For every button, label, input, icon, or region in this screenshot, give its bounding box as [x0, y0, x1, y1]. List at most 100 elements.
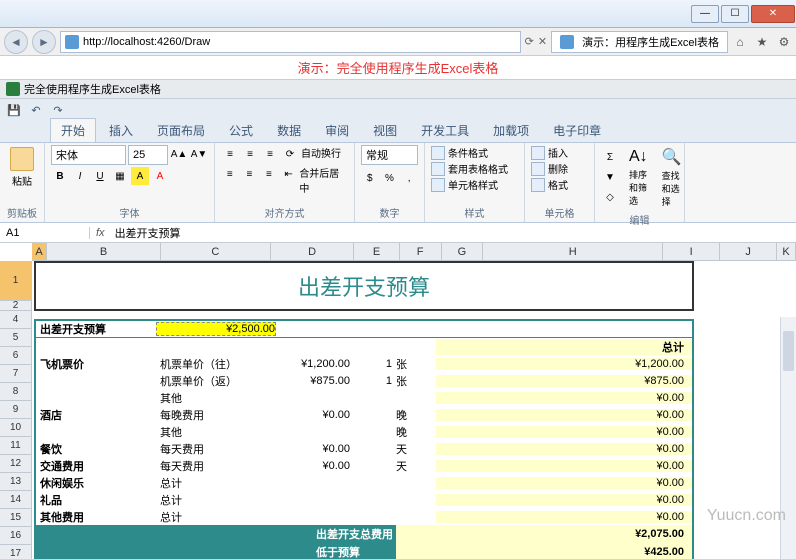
col-header-F[interactable]: F	[400, 243, 442, 260]
percent-button[interactable]: %	[381, 169, 399, 187]
font-name-combo[interactable]: 宋体	[51, 145, 126, 165]
sheet-title-cell[interactable]: 出差开支预算	[34, 261, 694, 311]
col-header-D[interactable]: D	[271, 243, 354, 260]
fill-button[interactable]: ▼	[601, 169, 619, 187]
ribbon-tab-5[interactable]: 审阅	[314, 118, 360, 142]
wrap-text-button[interactable]: 自动换行	[301, 145, 341, 163]
align-bottom-button[interactable]: ≡	[261, 145, 279, 163]
row-header-11[interactable]: 11	[0, 437, 32, 455]
table-row[interactable]: 飞机票价机票单价（往）¥1,200.001张¥1,200.00	[36, 355, 692, 372]
col-header-A[interactable]: A	[32, 243, 47, 260]
grow-font-button[interactable]: A▲	[170, 145, 188, 163]
col-header-K[interactable]: K	[777, 243, 796, 260]
ribbon-tab-0[interactable]: 开始	[50, 118, 96, 142]
row-header-14[interactable]: 14	[0, 491, 32, 509]
ribbon-tab-3[interactable]: 公式	[218, 118, 264, 142]
insert-cells-button[interactable]: 插入	[531, 145, 588, 160]
col-header-C[interactable]: C	[161, 243, 271, 260]
align-left-button[interactable]: ≡	[221, 165, 239, 183]
table-row[interactable]: 餐饮每天费用¥0.00天¥0.00	[36, 440, 692, 457]
name-box[interactable]: A1	[0, 227, 90, 239]
stop-button[interactable]: ✕	[538, 35, 547, 48]
italic-button[interactable]: I	[71, 167, 89, 185]
cells-area[interactable]: 出差开支预算 出差开支预算¥2,500.00总计飞机票价机票单价（往）¥1,20…	[32, 261, 796, 559]
align-top-button[interactable]: ≡	[221, 145, 239, 163]
font-size-combo[interactable]: 25	[128, 145, 168, 165]
table-row[interactable]: 休闲娱乐总计¥0.00	[36, 474, 692, 491]
sort-filter-button[interactable]: A↓排序和筛选	[625, 146, 652, 209]
underline-button[interactable]: U	[91, 167, 109, 185]
autosum-button[interactable]: Σ	[601, 149, 619, 167]
row-header-1[interactable]: 1	[0, 261, 32, 301]
col-header-J[interactable]: J	[720, 243, 777, 260]
budget-value-cell[interactable]: ¥2,500.00	[156, 322, 276, 336]
align-right-button[interactable]: ≡	[260, 165, 278, 183]
browser-tab[interactable]: 演示：用程序生成Excel表格	[551, 31, 728, 53]
address-bar[interactable]: http://localhost:4260/Draw	[60, 31, 521, 53]
maximize-button[interactable]: ☐	[721, 5, 749, 23]
ribbon-tab-7[interactable]: 开发工具	[410, 118, 480, 142]
table-row[interactable]: 机票单价（返）¥875.001张¥875.00	[36, 372, 692, 389]
tools-icon[interactable]: ⚙	[776, 34, 792, 50]
paste-button[interactable]: 粘贴	[6, 145, 38, 190]
nav-forward-button[interactable]: ►	[32, 30, 56, 54]
shrink-font-button[interactable]: A▼	[190, 145, 208, 163]
row-header-7[interactable]: 7	[0, 365, 32, 383]
row-header-8[interactable]: 8	[0, 383, 32, 401]
cell-styles-button[interactable]: 单元格样式	[431, 177, 518, 192]
table-row[interactable]: 交通费用每天费用¥0.00天¥0.00	[36, 457, 692, 474]
row-header-13[interactable]: 13	[0, 473, 32, 491]
refresh-button[interactable]: ⟳	[525, 35, 534, 48]
row-header-4[interactable]: 4	[0, 311, 32, 329]
ribbon-tab-2[interactable]: 页面布局	[146, 118, 216, 142]
merge-button[interactable]: 合并后居中	[299, 165, 348, 195]
format-cells-button[interactable]: 格式	[531, 177, 588, 192]
orientation-button[interactable]: ⟳	[281, 145, 299, 163]
formula-input[interactable]: 出差开支预算	[111, 225, 796, 241]
align-middle-button[interactable]: ≡	[241, 145, 259, 163]
bold-button[interactable]: B	[51, 167, 69, 185]
row-header-9[interactable]: 9	[0, 401, 32, 419]
col-header-B[interactable]: B	[47, 243, 161, 260]
currency-button[interactable]: $	[361, 169, 379, 187]
close-button[interactable]: ✕	[751, 5, 795, 23]
home-icon[interactable]: ⌂	[732, 34, 748, 50]
save-icon[interactable]: 💾	[6, 102, 22, 118]
ribbon-tab-4[interactable]: 数据	[266, 118, 312, 142]
row-header-12[interactable]: 12	[0, 455, 32, 473]
row-header-15[interactable]: 15	[0, 509, 32, 527]
border-button[interactable]: ▦	[111, 167, 129, 185]
row-header-2[interactable]: 2	[0, 301, 32, 311]
nav-back-button[interactable]: ◄	[4, 30, 28, 54]
ribbon-tab-9[interactable]: 电子印章	[542, 118, 612, 142]
table-row[interactable]: 酒店每晚费用¥0.00晚¥0.00	[36, 406, 692, 423]
col-header-H[interactable]: H	[483, 243, 663, 260]
row-header-16[interactable]: 16	[0, 527, 32, 545]
ribbon-tab-6[interactable]: 视图	[362, 118, 408, 142]
number-format-combo[interactable]: 常规	[361, 145, 418, 165]
row-header-6[interactable]: 6	[0, 347, 32, 365]
table-row[interactable]: 其他¥0.00	[36, 389, 692, 406]
comma-button[interactable]: ,	[400, 169, 418, 187]
minimize-button[interactable]: —	[691, 5, 719, 23]
find-select-button[interactable]: 🔍查找和选择	[658, 145, 686, 210]
ribbon-tab-8[interactable]: 加载项	[482, 118, 540, 142]
col-header-G[interactable]: G	[442, 243, 484, 260]
table-row[interactable]: 礼品总计¥0.00	[36, 491, 692, 508]
table-row[interactable]: 其他费用总计¥0.00	[36, 508, 692, 525]
fill-color-button[interactable]: A	[131, 167, 149, 185]
row-header-17[interactable]: 17	[0, 545, 32, 559]
column-headers[interactable]: ABCDEFGHIJK	[32, 243, 796, 261]
delete-cells-button[interactable]: 删除	[531, 161, 588, 176]
undo-icon[interactable]: ↶	[28, 102, 44, 118]
ribbon-tab-1[interactable]: 插入	[98, 118, 144, 142]
col-header-E[interactable]: E	[354, 243, 400, 260]
indent-button[interactable]: ⇤	[280, 165, 298, 183]
clear-button[interactable]: ◇	[601, 189, 619, 207]
format-as-table-button[interactable]: 套用表格格式	[431, 161, 518, 176]
col-header-I[interactable]: I	[663, 243, 720, 260]
conditional-format-button[interactable]: 条件格式	[431, 145, 518, 160]
favorites-icon[interactable]: ★	[754, 34, 770, 50]
redo-icon[interactable]: ↷	[50, 102, 66, 118]
font-color-button[interactable]: A	[151, 167, 169, 185]
